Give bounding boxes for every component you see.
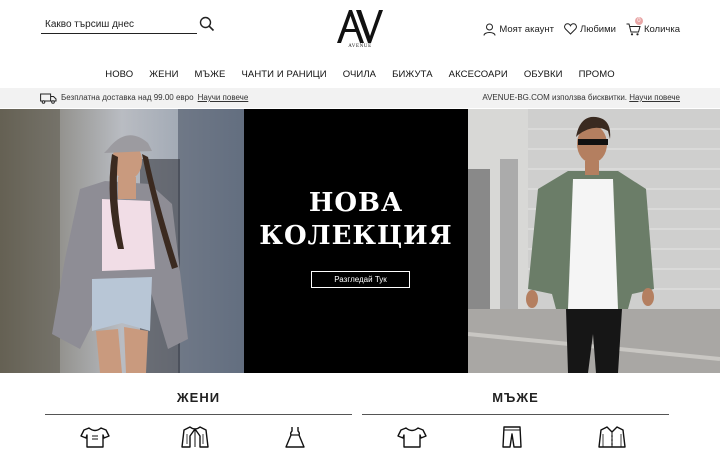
nav-item-men[interactable]: МЪЖЕ <box>187 66 234 84</box>
category-women: ЖЕНИ <box>45 390 352 450</box>
nav-item-jewelry[interactable]: БИЖУТА <box>384 66 441 84</box>
pants-icon[interactable] <box>497 426 527 450</box>
search-icon[interactable] <box>199 16 217 34</box>
header-actions: Моят акаунт Любими 0 Количка <box>483 16 680 38</box>
user-icon <box>483 23 496 36</box>
cookies-text: AVENUE-BG.COM използва бисквитки. <box>482 93 628 102</box>
hero-title-line1: НОВА <box>308 188 404 218</box>
dress-icon[interactable] <box>280 426 310 450</box>
nav-item-accessories[interactable]: АКСЕСОАРИ <box>441 66 516 84</box>
main-nav: НОВО ЖЕНИ МЪЖЕ ЧАНТИ И РАНИЦИ ОЧИЛА БИЖУ… <box>0 66 720 84</box>
tshirt-icon[interactable] <box>80 426 110 450</box>
tshirt-icon[interactable] <box>397 426 427 450</box>
favorites-link[interactable]: Любими <box>564 23 616 35</box>
hero-women-image[interactable] <box>0 109 244 373</box>
shirt-icon[interactable] <box>597 426 627 450</box>
hero-collection-panel: НОВА КОЛЕКЦИЯ Разгледай Тук <box>244 109 468 373</box>
nav-item-promo[interactable]: ПРОМО <box>571 66 623 84</box>
category-divider <box>362 414 669 415</box>
avenue-logo[interactable]: AVENUE <box>334 8 386 52</box>
search-bar <box>41 16 217 36</box>
info-bar: Безплатна доставка над 99.00 евро Научи … <box>0 88 720 108</box>
shipping-notice: Безплатна доставка над 99.00 евро Научи … <box>40 92 248 104</box>
cookies-learn-more-link[interactable]: Научи повече <box>629 93 680 102</box>
nav-item-glasses[interactable]: ОЧИЛА <box>335 66 384 84</box>
nav-item-shoes[interactable]: ОБУВКИ <box>516 66 571 84</box>
cookie-notice: AVENUE-BG.COM използва бисквитки. Научи … <box>482 92 680 104</box>
nav-item-women[interactable]: ЖЕНИ <box>141 66 186 84</box>
cart-count-badge: 0 <box>634 16 643 25</box>
shipping-learn-more-link[interactable]: Научи повече <box>198 92 249 104</box>
nav-item-new[interactable]: НОВО <box>97 66 141 84</box>
nav-item-bags[interactable]: ЧАНТИ И РАНИЦИ <box>233 66 334 84</box>
category-divider <box>45 414 352 415</box>
heart-icon <box>564 23 577 35</box>
favorites-label: Любими <box>579 23 616 35</box>
hero-banner: НОВА КОЛЕКЦИЯ Разгледай Тук <box>0 109 720 373</box>
account-link[interactable]: Моят акаунт <box>483 23 554 36</box>
browse-collection-button[interactable]: Разгледай Тук <box>311 271 410 288</box>
cart-label: Количка <box>643 23 680 35</box>
hero-title-line2: КОЛЕКЦИЯ <box>259 221 453 251</box>
hero-men-image[interactable] <box>468 109 720 373</box>
category-men-title[interactable]: МЪЖЕ <box>362 390 669 406</box>
site-header: AVENUE Моят акаунт Любими 0 Количка <box>0 0 720 60</box>
jacket-icon[interactable] <box>180 426 210 450</box>
hero-title: НОВА КОЛЕКЦИЯ <box>244 187 468 253</box>
truck-icon <box>40 93 57 104</box>
category-women-title[interactable]: ЖЕНИ <box>45 390 352 406</box>
account-label: Моят акаунт <box>499 23 554 35</box>
shipping-text: Безплатна доставка над 99.00 евро <box>61 93 194 102</box>
search-input[interactable] <box>41 16 197 34</box>
logo-wordmark: AVENUE <box>348 44 372 49</box>
category-men: МЪЖЕ <box>362 390 669 450</box>
cart-link[interactable]: 0 Количка <box>626 16 680 36</box>
